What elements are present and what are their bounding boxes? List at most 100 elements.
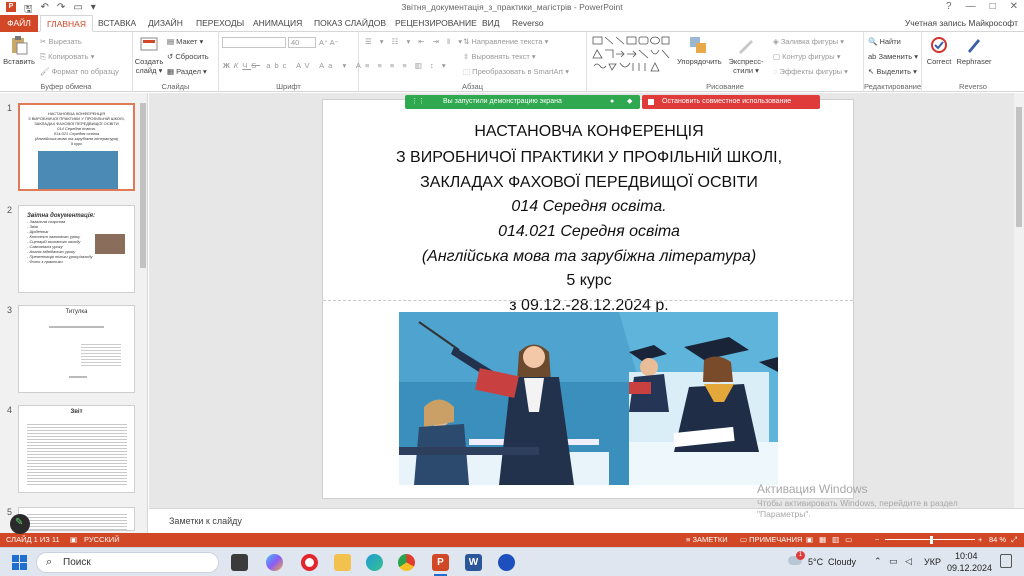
find-button[interactable]: 🔍 Найти [868, 37, 901, 46]
tab-file[interactable]: ФАЙЛ [0, 15, 38, 32]
shape-fill-button[interactable]: ◈ Заливка фигуры ▾ [773, 37, 844, 46]
thumbnail-scrollbar[interactable] [139, 93, 147, 533]
zoom-in-button[interactable]: + [978, 533, 982, 547]
zoom-app-icon[interactable] [498, 554, 515, 571]
scrollbar-thumb[interactable] [1016, 107, 1022, 227]
comments-toggle[interactable]: ▭ ПРИМЕЧАНИЯ [740, 533, 802, 547]
microphone-icon[interactable]: ● [610, 95, 614, 109]
keyboard-language[interactable]: УКР [924, 557, 941, 567]
notifications-icon[interactable] [1000, 554, 1012, 568]
list-buttons[interactable]: ☰ ▾ ☷ ▾ ⇤ ⇥ ‖ ▾ [365, 37, 465, 46]
canvas-scrollbar[interactable] [1014, 93, 1024, 508]
network-icon[interactable]: ▭ [889, 556, 898, 567]
shapes-gallery[interactable] [592, 36, 670, 74]
zoom-level[interactable]: 84 % [989, 533, 1006, 547]
copilot-icon[interactable] [266, 554, 283, 571]
paste-button[interactable]: Вставить [3, 35, 35, 66]
shield-icon[interactable]: ◆ [627, 95, 632, 109]
slide-thumbnail-2[interactable]: Звітна документація: - Загальна спарсова… [18, 205, 135, 293]
tab-reverso[interactable]: Reverso [506, 15, 550, 32]
word-icon[interactable]: W [465, 554, 482, 571]
strikethrough-button[interactable]: S [251, 61, 260, 70]
tab-animations[interactable]: АНИМАЦИЯ [247, 15, 308, 32]
new-slide-button[interactable]: Создать слайд ▾ [134, 35, 164, 75]
font-format-buttons[interactable]: ЖКЧS abc AV Aa ▾ A [223, 61, 365, 70]
tab-transitions[interactable]: ПЕРЕХОДЫ [190, 15, 250, 32]
tab-slideshow[interactable]: ПОКАЗ СЛАЙДОВ [308, 15, 392, 32]
slide-subtitle-line: (Англійська мова та зарубіжна література… [421, 248, 757, 265]
tab-home[interactable]: ГЛАВНАЯ [40, 15, 93, 32]
thumb-illustration [95, 234, 125, 254]
font-name-field[interactable] [222, 37, 286, 48]
drag-handle-icon[interactable]: ⋮⋮ [411, 95, 425, 109]
tray-chevron-icon[interactable]: ⌃ [874, 556, 882, 567]
tab-design[interactable]: ДИЗАЙН [142, 15, 189, 32]
zoom-out-button[interactable]: − [875, 533, 879, 547]
correct-button[interactable]: Correct [924, 35, 954, 66]
file-explorer-icon[interactable] [334, 554, 351, 571]
layout-button[interactable]: ▤ Макет ▾ [167, 37, 203, 46]
view-buttons[interactable]: ▣▦▥▭ [806, 533, 858, 547]
italic-button[interactable]: К [234, 61, 242, 70]
tab-view[interactable]: ВИД [476, 15, 506, 32]
slide-thumbnail-3[interactable]: Титулка [18, 305, 135, 393]
zoom-slider-thumb[interactable] [930, 536, 933, 544]
tab-review[interactable]: РЕЦЕНЗИРОВАНИЕ [389, 15, 483, 32]
language-indicator[interactable]: РУССКИЙ [84, 533, 120, 547]
section-button[interactable]: ▦ Раздел ▾ [167, 67, 207, 76]
underline-button[interactable]: Ч [242, 61, 251, 70]
weather-condition[interactable]: Cloudy [828, 557, 856, 567]
fit-slide-icon[interactable]: ⤢ [1011, 533, 1017, 547]
weather-temperature[interactable]: 5°C [808, 557, 823, 567]
clock-date[interactable]: 09.12.2024 [947, 563, 992, 573]
align-text-button[interactable]: ⇳ Выровнять текст ▾ [463, 52, 536, 61]
account-name[interactable]: Учетная запись Майкрософт [905, 18, 1018, 28]
chrome-icon[interactable] [398, 554, 415, 571]
group-font: 40 A⁺ A⁻ ЖКЧS abc AV Aa ▾ A Шрифт [219, 32, 361, 92]
grow-font-button[interactable]: A⁺ A⁻ [319, 38, 339, 47]
pen-tool-button[interactable]: ✎ [10, 514, 30, 534]
reset-button[interactable]: ↺ Сбросить [167, 52, 209, 61]
current-slide[interactable]: НАСТАНОВЧА КОНФЕРЕНЦІЯ З ВИРОБНИЧОЇ ПРАК… [322, 99, 854, 499]
guide-line [323, 300, 853, 301]
edge-icon[interactable] [366, 554, 383, 571]
text-direction-button[interactable]: ⇅ Направление текста ▾ [463, 37, 548, 46]
select-button[interactable]: ↖ Выделить ▾ [868, 67, 917, 76]
volume-icon[interactable]: ◁ [905, 556, 912, 567]
notes-toggle[interactable]: ≡ ЗАМЕТКИ [686, 533, 728, 547]
spellcheck-icon[interactable]: ▣ [70, 533, 77, 547]
slide-thumbnail-4[interactable]: Звіт [18, 405, 135, 493]
quick-styles-button[interactable]: Экспресс-стили ▾ [724, 35, 768, 75]
slide-thumbnail-5[interactable] [18, 507, 135, 531]
convert-smartart-button[interactable]: ⬚ Преобразовать в SmartArt ▾ [463, 67, 569, 76]
group-label: Буфер обмена [40, 82, 92, 91]
copy-button[interactable]: ⎘ Копировать ▾ [40, 52, 94, 62]
clock-time[interactable]: 10:04 [955, 551, 978, 561]
scrollbar-thumb[interactable] [140, 103, 146, 268]
tab-insert[interactable]: ВСТАВКА [92, 15, 142, 32]
cut-button[interactable]: ✂ Вырезать [40, 37, 82, 46]
arrange-button[interactable]: Упорядочить [677, 35, 722, 66]
powerpoint-taskbar-icon[interactable]: P [432, 554, 449, 571]
weather-icon[interactable]: 1 [788, 551, 805, 566]
close-button[interactable]: ✕ [1010, 1, 1018, 12]
window-title: Звітня_документація_з_практики_магістрів… [401, 2, 623, 12]
opera-icon[interactable] [301, 554, 318, 571]
replace-button[interactable]: ab Заменить ▾ [868, 52, 918, 61]
stop-sharing-button[interactable]: Остановить совместное использование [642, 95, 820, 109]
font-size-field[interactable]: 40 [288, 37, 316, 48]
help-button[interactable]: ? [946, 1, 952, 12]
format-painter-button[interactable]: 🖌 Формат по образцу [40, 67, 119, 76]
taskbar-search-box[interactable]: ⌕ Поиск [36, 552, 219, 573]
maximize-button[interactable]: □ [990, 1, 996, 12]
slide-thumbnail-1[interactable]: НАСТАНОВЧА КОНФЕРЕНЦІЯ З ВИРОБНИЧОЇ ПРАК… [18, 103, 135, 191]
align-buttons[interactable]: ≡ ≡ ≡ ≡ ▥ ↕ ▾ [365, 61, 449, 70]
bold-button[interactable]: Ж [223, 61, 234, 70]
rephraser-button[interactable]: Rephraser [955, 35, 993, 66]
thumb-number: 5 [7, 507, 13, 517]
task-view-icon[interactable] [231, 554, 248, 571]
windows-start-icon[interactable] [12, 555, 27, 570]
shape-effects-button[interactable]: ◌ Эффекты фигуры ▾ [773, 67, 848, 76]
minimize-button[interactable]: — [966, 1, 976, 12]
shape-outline-button[interactable]: ▢ Контур фигуры ▾ [773, 52, 840, 61]
